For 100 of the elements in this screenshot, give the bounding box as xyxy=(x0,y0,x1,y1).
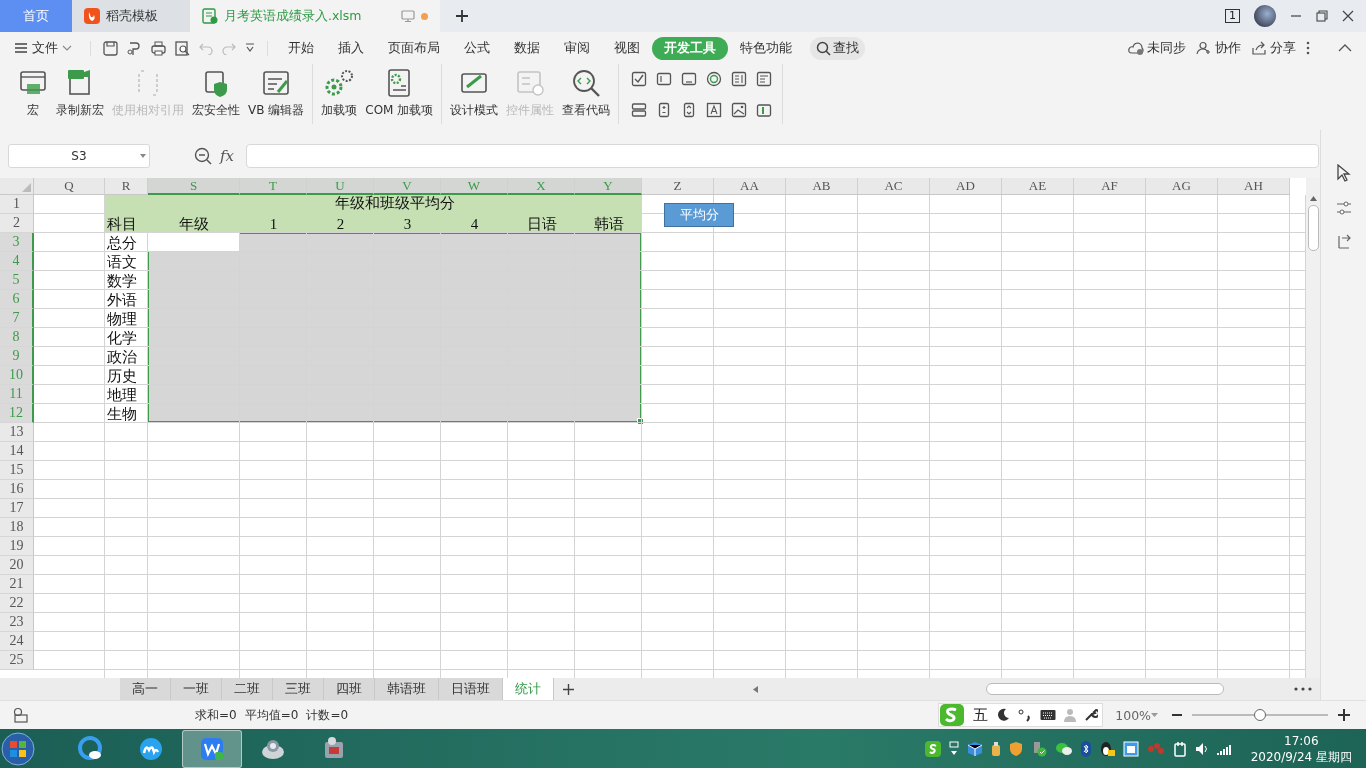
row-header[interactable]: 13 xyxy=(0,423,34,442)
close-icon xyxy=(1342,10,1354,22)
sheet-tab[interactable]: 统计 xyxy=(503,678,554,700)
caret-icon xyxy=(140,154,146,158)
row-header[interactable]: 23 xyxy=(0,613,34,632)
window-count-badge[interactable]: 1 xyxy=(1225,9,1240,23)
active-cell[interactable] xyxy=(148,233,239,251)
row-header[interactable]: 17 xyxy=(0,499,34,518)
input-method-bar[interactable]: 五 xyxy=(938,703,1104,727)
print-preview-icon xyxy=(175,40,190,56)
table-cell-text: 地理 xyxy=(106,386,138,404)
status-stat: 求和=0 xyxy=(195,706,237,724)
table-cell-text: 总分 xyxy=(106,234,138,252)
column-header[interactable]: R xyxy=(105,178,148,195)
ribbon-button[interactable]: 录制新宏 xyxy=(52,64,108,124)
sheet-tab[interactable]: 二班 xyxy=(222,678,273,700)
column-header[interactable]: AC xyxy=(858,178,930,195)
sheet-tab[interactable]: 四班 xyxy=(324,678,375,700)
row-header[interactable]: 21 xyxy=(0,575,34,594)
scroll-left-icon[interactable] xyxy=(753,685,758,693)
column-header[interactable]: AF xyxy=(1074,178,1146,195)
sogou-tray-icon xyxy=(924,741,941,757)
share-icon xyxy=(1251,41,1267,55)
sheet-tab[interactable]: 韩语班 xyxy=(375,678,439,700)
column-header[interactable]: AB xyxy=(786,178,858,195)
cube-icon xyxy=(966,741,983,757)
ribbon-tab[interactable]: 审阅 xyxy=(552,36,602,60)
toolbar-action[interactable]: 未同步 xyxy=(1128,39,1186,57)
ribbon-button[interactable]: COM 加载项 xyxy=(361,64,438,124)
menu-icon xyxy=(14,42,28,54)
row-header[interactable]: 1 xyxy=(0,195,34,214)
frame-icon xyxy=(681,71,698,87)
toolbar-action[interactable]: 协作 xyxy=(1196,39,1241,57)
avatar[interactable] xyxy=(1254,5,1276,27)
row-header[interactable]: 2 xyxy=(0,214,34,233)
fill-handle[interactable] xyxy=(637,418,644,425)
scroll-up-icon[interactable] xyxy=(1309,196,1317,201)
start-orb-icon xyxy=(0,731,36,767)
ribbon-tab[interactable]: 插入 xyxy=(326,36,376,60)
ribbon-tab[interactable]: 数据 xyxy=(502,36,552,60)
sheet-tab[interactable]: 三班 xyxy=(273,678,324,700)
vertical-scrollbar[interactable] xyxy=(1306,178,1320,678)
row-header[interactable]: 16 xyxy=(0,480,34,499)
row-header[interactable]: 25 xyxy=(0,651,34,670)
ribbon-tab[interactable]: 公式 xyxy=(452,36,502,60)
zoom-dropdown[interactable]: 100% xyxy=(1115,707,1151,723)
moon-icon xyxy=(996,708,1011,722)
taskbar-app-button[interactable] xyxy=(182,730,242,768)
document-tab[interactable]: 稻壳模板 xyxy=(72,0,190,32)
toolbar-action[interactable]: 分享 xyxy=(1251,39,1296,57)
ribbon-button[interactable]: 设计模式 xyxy=(446,64,503,124)
sheet-tab[interactable]: 高一 xyxy=(120,678,171,700)
column-header[interactable]: AG xyxy=(1146,178,1218,195)
formula-input[interactable] xyxy=(246,144,1319,168)
ribbon-button[interactable]: VB 编辑器 xyxy=(244,64,309,124)
search-button[interactable]: 查找 xyxy=(810,36,865,60)
ribbon-button[interactable]: 宏安全性 xyxy=(188,64,244,124)
usb-drive-icon xyxy=(990,741,1001,757)
ribbon-button[interactable]: 查看代码 xyxy=(558,64,615,124)
column-header[interactable]: Z xyxy=(642,178,714,195)
radio-icon xyxy=(706,71,723,87)
scrollbar-thumb[interactable] xyxy=(1307,205,1319,251)
scrollbar-thumb[interactable] xyxy=(986,683,1224,695)
caret-icon xyxy=(1151,713,1158,717)
ribbon-button[interactable]: 加载项 xyxy=(317,64,362,124)
column-header[interactable]: AE xyxy=(1002,178,1074,195)
column-header[interactable]: AA xyxy=(714,178,786,195)
ribbon-tab[interactable]: 特色功能 xyxy=(728,36,804,60)
sheet-tab[interactable]: 日语班 xyxy=(439,678,503,700)
ribbon-tab[interactable]: 视图 xyxy=(602,36,652,60)
column-header[interactable]: Q xyxy=(34,178,105,195)
ime-mode-label[interactable]: 五 xyxy=(973,705,989,725)
row-header[interactable]: 19 xyxy=(0,537,34,556)
cloud-icon xyxy=(1128,41,1144,55)
name-box[interactable]: S3 xyxy=(8,144,150,168)
row-header[interactable]: 15 xyxy=(0,461,34,480)
column-header[interactable]: AD xyxy=(930,178,1002,195)
taskbar-clock[interactable]: 17:06 2020/9/24 星期四 xyxy=(1240,733,1362,765)
row-header[interactable]: 20 xyxy=(0,556,34,575)
file-menu[interactable]: 文件 xyxy=(14,36,84,60)
ribbon-tab[interactable]: 页面布局 xyxy=(376,36,452,60)
add-sheet-icon xyxy=(562,682,575,696)
row-header[interactable]: 18 xyxy=(0,518,34,537)
row-header[interactable]: 22 xyxy=(0,594,34,613)
ribbon-tab[interactable]: 开始 xyxy=(276,36,326,60)
table-cell-text: 1 xyxy=(268,215,279,233)
label-icon xyxy=(706,101,723,118)
document-tab[interactable]: 月考英语成绩录入.xlsm xyxy=(190,0,440,32)
sheet-tab[interactable]: 一班 xyxy=(171,678,222,700)
function-label[interactable]: fx xyxy=(220,147,234,165)
row-header[interactable]: 24 xyxy=(0,632,34,651)
table-cell-text: 语文 xyxy=(106,253,138,271)
column-header[interactable]: AH xyxy=(1218,178,1290,195)
zoom-slider-thumb[interactable] xyxy=(1254,709,1266,721)
keyboard-icon xyxy=(1040,709,1057,721)
redo-icon xyxy=(222,41,236,55)
ribbon-button[interactable]: 宏 xyxy=(14,64,52,124)
restore-icon xyxy=(1316,10,1328,22)
bluetooth-icon xyxy=(1080,741,1091,757)
row-header[interactable]: 14 xyxy=(0,442,34,461)
